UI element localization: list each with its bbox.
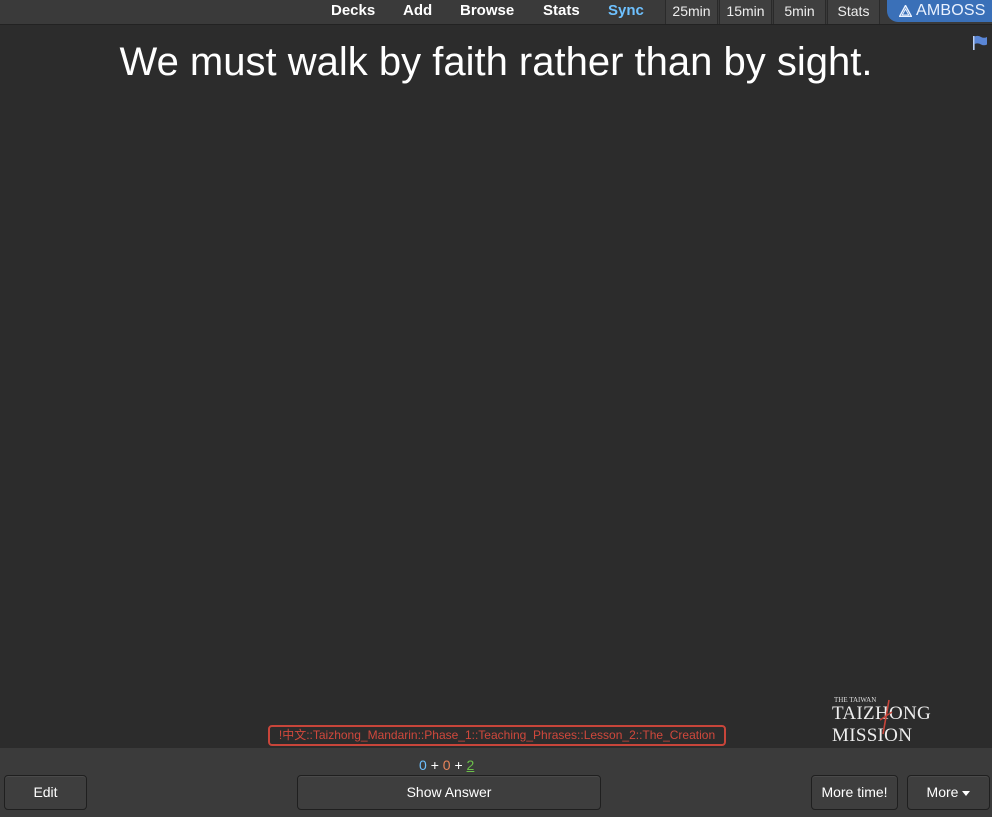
- more-label: More: [926, 784, 959, 800]
- count-separator: +: [430, 757, 439, 773]
- logo-accent-icon: [879, 699, 893, 735]
- new-count: 0: [419, 757, 427, 773]
- timer-25min-button[interactable]: 25min: [665, 0, 718, 24]
- timer-5min-button[interactable]: 5min: [773, 0, 826, 24]
- logo-big-text: TAIZHONG MISSION: [832, 703, 932, 746]
- nav-decks[interactable]: Decks: [331, 0, 375, 24]
- more-time-button[interactable]: More time!: [811, 775, 898, 810]
- amboss-label: AMBOSS: [916, 2, 986, 19]
- timer-15min-button[interactable]: 15min: [719, 0, 772, 24]
- card-area: We must walk by faith rather than by sig…: [0, 26, 992, 748]
- flag-icon[interactable]: [972, 35, 988, 51]
- bottom-bar: 0 + 0 + 2 Edit Show Answer More time! Mo…: [0, 748, 992, 817]
- caret-down-icon: [962, 790, 971, 796]
- top-toolbar: Decks Add Browse Stats Sync 25min 15min …: [0, 0, 992, 25]
- timer-stats-button[interactable]: Stats: [827, 0, 880, 24]
- show-answer-button[interactable]: Show Answer: [297, 775, 601, 810]
- nav-stats[interactable]: Stats: [543, 0, 580, 24]
- nav-browse[interactable]: Browse: [460, 0, 514, 24]
- count-separator: +: [454, 757, 463, 773]
- nav-sync[interactable]: Sync: [608, 0, 644, 24]
- nav-add[interactable]: Add: [403, 0, 432, 24]
- edit-button[interactable]: Edit: [4, 775, 87, 810]
- learning-count: 0: [442, 757, 451, 773]
- amboss-logo-icon: [899, 5, 912, 17]
- deck-tag: !中文::Taizhong_Mandarin::Phase_1::Teachin…: [268, 725, 726, 746]
- card-question: We must walk by faith rather than by sig…: [119, 40, 873, 84]
- due-counts: 0 + 0 + 2: [419, 757, 474, 773]
- more-button[interactable]: More: [907, 775, 990, 810]
- taizhong-mission-logo: THE TAIWAN TAIZHONG MISSION: [832, 696, 987, 746]
- amboss-button[interactable]: AMBOSS: [887, 0, 992, 22]
- review-count: 2: [466, 757, 475, 773]
